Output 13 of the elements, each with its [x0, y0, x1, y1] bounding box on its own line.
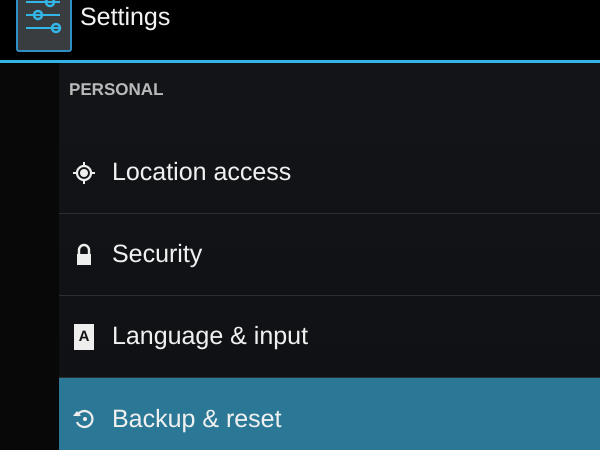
item-label: Security [112, 240, 202, 269]
restore-icon [72, 407, 96, 431]
item-label: Backup & reset [112, 404, 282, 434]
settings-item[interactable]: Backup & reset [59, 378, 600, 450]
settings-item[interactable]: Location access [59, 132, 600, 214]
window-title: Settings [80, 2, 170, 33]
settings-item[interactable]: Security [59, 214, 600, 296]
keyboard-key-icon: A [74, 324, 94, 350]
crosshair-icon [72, 160, 96, 184]
settings-app-icon[interactable] [16, 0, 72, 52]
item-label: Location access [112, 158, 292, 187]
section-header: PERSONAL [68, 78, 164, 100]
item-label: Language & input [112, 322, 308, 351]
